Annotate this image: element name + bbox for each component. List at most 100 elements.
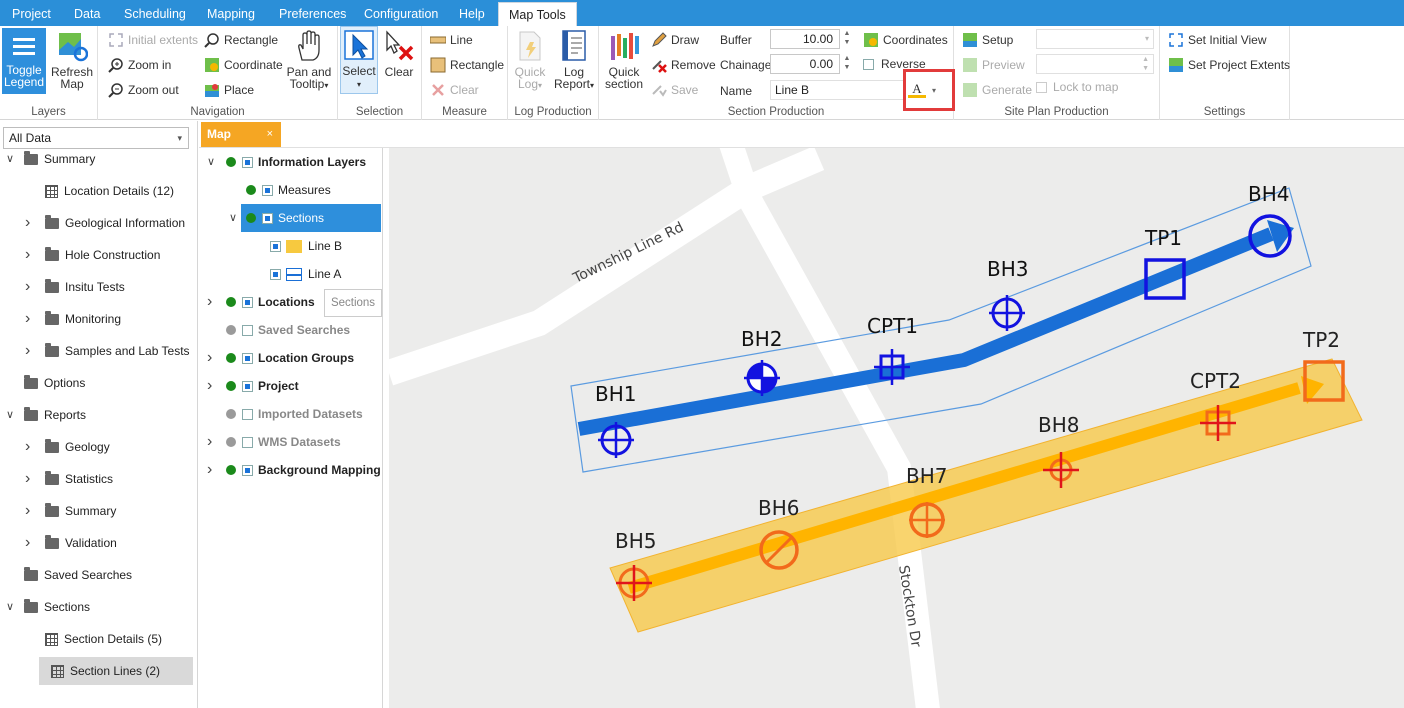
layer-checkbox[interactable] bbox=[242, 156, 253, 168]
legend-item-locations[interactable]: › Locations bbox=[199, 288, 315, 316]
legend-item-line-a[interactable]: Line A bbox=[199, 260, 341, 288]
legend-item-location-groups[interactable]: › Location Groups bbox=[199, 344, 354, 372]
map-canvas[interactable]: Township Line Rd Stockton Dr BH1 BH2 CPT… bbox=[389, 148, 1404, 708]
legend-item-wms-datasets[interactable]: › WMS Datasets bbox=[199, 428, 341, 456]
menu-configuration[interactable]: Configuration bbox=[364, 0, 438, 26]
layer-checkbox[interactable] bbox=[270, 268, 281, 280]
visibility-dot-icon[interactable] bbox=[246, 185, 256, 195]
visibility-dot-icon[interactable] bbox=[226, 297, 236, 307]
chevron-right-icon[interactable]: › bbox=[207, 456, 217, 484]
visibility-dot-icon[interactable] bbox=[226, 381, 236, 391]
close-icon[interactable]: × bbox=[267, 122, 273, 147]
visibility-dot-icon[interactable] bbox=[226, 465, 236, 475]
chevron-right-icon[interactable]: › bbox=[25, 337, 35, 365]
site-plan-template-select[interactable]: ▾ bbox=[1036, 29, 1154, 49]
line-b[interactable] bbox=[627, 382, 1301, 594]
layer-checkbox[interactable] bbox=[262, 184, 273, 196]
visibility-dot-icon[interactable] bbox=[226, 437, 236, 447]
layer-checkbox[interactable] bbox=[242, 380, 253, 392]
visibility-dot-icon[interactable] bbox=[226, 157, 236, 167]
coordinates-button[interactable]: Coordinates bbox=[863, 32, 948, 48]
chevron-right-icon[interactable]: › bbox=[25, 305, 35, 333]
tree-item-geological-information[interactable]: › Geological Information bbox=[0, 209, 196, 237]
menu-help[interactable]: Help bbox=[459, 0, 485, 26]
tree-item-statistics[interactable]: › Statistics bbox=[0, 465, 196, 493]
legend-item-information-layers[interactable]: ∨ Information Layers bbox=[199, 148, 366, 176]
draw-section-button[interactable]: Draw bbox=[651, 32, 699, 48]
quick-section-button[interactable]: Quick section bbox=[603, 30, 645, 90]
buffer-input[interactable]: 10.00 bbox=[770, 29, 840, 49]
tree-item-sections[interactable]: ∨ Sections bbox=[0, 593, 196, 621]
tree-item-monitoring[interactable]: › Monitoring bbox=[0, 305, 196, 333]
tree-item-location-details-12[interactable]: Location Details (12) bbox=[0, 177, 196, 205]
point-bh2[interactable]: BH2 bbox=[741, 327, 782, 396]
tree-item-reports[interactable]: ∨ Reports bbox=[0, 401, 196, 429]
layer-checkbox[interactable] bbox=[242, 296, 253, 308]
tree-item-validation[interactable]: › Validation bbox=[0, 529, 196, 557]
layer-checkbox[interactable] bbox=[270, 240, 281, 252]
site-plan-scale-input[interactable]: ▲ ▼ bbox=[1036, 54, 1154, 74]
chevron-right-icon[interactable]: › bbox=[25, 209, 35, 237]
lock-to-map-checkbox[interactable] bbox=[1036, 81, 1047, 93]
quick-log-button[interactable]: Quick Log▾ bbox=[512, 30, 548, 92]
chevron-right-icon[interactable]: › bbox=[25, 273, 35, 301]
remove-section-button[interactable]: Remove bbox=[651, 57, 716, 73]
zoom-rectangle-button[interactable]: Rectangle bbox=[204, 32, 278, 48]
legend-item-background-mapping[interactable]: › Background Mapping bbox=[199, 456, 381, 484]
set-initial-view-button[interactable]: Set Initial View bbox=[1168, 32, 1267, 48]
visibility-dot-icon[interactable] bbox=[226, 409, 236, 419]
menu-preferences[interactable]: Preferences bbox=[279, 0, 346, 26]
tree-item-saved-searches[interactable]: Saved Searches bbox=[0, 561, 196, 589]
initial-extents-button[interactable]: Initial extents bbox=[108, 32, 198, 48]
section-name-input[interactable]: Line B bbox=[770, 80, 904, 100]
chevron-right-icon[interactable]: › bbox=[207, 344, 217, 372]
legend-item-imported-datasets[interactable]: Imported Datasets bbox=[199, 400, 363, 428]
site-plan-preview-button[interactable]: Preview bbox=[962, 57, 1025, 73]
chevron-right-icon[interactable]: › bbox=[207, 288, 217, 316]
tree-item-geology[interactable]: › Geology bbox=[0, 433, 196, 461]
menu-scheduling[interactable]: Scheduling bbox=[124, 0, 186, 26]
legend-item-measures[interactable]: Measures bbox=[199, 176, 331, 204]
tree-item-hole-construction[interactable]: › Hole Construction bbox=[0, 241, 196, 269]
tree-item-section-details-5[interactable]: Section Details (5) bbox=[0, 625, 196, 653]
layer-checkbox[interactable] bbox=[242, 352, 253, 364]
chevron-down-icon[interactable]: ∨ bbox=[229, 204, 239, 232]
buffer-spinner[interactable]: ▲ ▼ bbox=[842, 29, 852, 49]
chevron-right-icon[interactable]: › bbox=[25, 465, 35, 493]
point-bh3[interactable]: BH3 bbox=[987, 257, 1028, 331]
site-plan-setup-button[interactable]: Setup bbox=[962, 32, 1013, 48]
visibility-dot-icon[interactable] bbox=[226, 353, 236, 363]
menu-project[interactable]: Project bbox=[12, 0, 51, 26]
layer-checkbox[interactable] bbox=[242, 324, 253, 336]
chevron-down-icon[interactable]: ∨ bbox=[207, 148, 217, 176]
zoom-in-button[interactable]: Zoom in bbox=[108, 57, 171, 73]
legend-item-saved-searches[interactable]: Saved Searches bbox=[199, 316, 350, 344]
site-plan-generate-button[interactable]: Generate bbox=[962, 82, 1032, 98]
tree-item-options[interactable]: Options bbox=[0, 369, 196, 397]
chevron-down-icon[interactable]: ∨ bbox=[6, 401, 16, 429]
toggle-legend-button[interactable]: Toggle Legend bbox=[2, 28, 46, 94]
measure-rectangle-button[interactable]: Rectangle bbox=[430, 57, 504, 73]
tree-item-section-lines-2[interactable]: Section Lines (2) bbox=[39, 657, 193, 685]
chevron-down-icon[interactable]: ∨ bbox=[6, 593, 16, 621]
tree-item-summary[interactable]: › Summary bbox=[0, 497, 196, 525]
reverse-checkbox[interactable] bbox=[863, 58, 874, 70]
menu-mapping[interactable]: Mapping bbox=[207, 0, 255, 26]
zoom-out-button[interactable]: Zoom out bbox=[108, 82, 179, 98]
measure-clear-button[interactable]: Clear bbox=[430, 82, 479, 98]
chevron-right-icon[interactable]: › bbox=[25, 241, 35, 269]
set-project-extents-button[interactable]: Set Project Extents bbox=[1168, 57, 1290, 73]
layer-checkbox[interactable] bbox=[242, 464, 253, 476]
tree-item-summary[interactable]: ∨ Summary bbox=[0, 145, 196, 173]
chainage-input[interactable]: 0.00 bbox=[770, 54, 840, 74]
layer-checkbox[interactable] bbox=[242, 408, 253, 420]
tab-map-tools[interactable]: Map Tools bbox=[498, 2, 577, 26]
chevron-right-icon[interactable]: › bbox=[25, 497, 35, 525]
refresh-map-button[interactable]: Refresh Map bbox=[50, 30, 94, 90]
legend-item-sections[interactable]: ∨ Sections bbox=[229, 204, 381, 232]
chevron-right-icon[interactable]: › bbox=[207, 372, 217, 400]
legend-item-project[interactable]: › Project bbox=[199, 372, 299, 400]
select-button[interactable]: Select ▾ bbox=[340, 26, 378, 94]
pan-tooltip-button[interactable]: Pan and Tooltip▾ bbox=[284, 30, 334, 92]
clear-selection-button[interactable]: Clear bbox=[380, 30, 418, 78]
